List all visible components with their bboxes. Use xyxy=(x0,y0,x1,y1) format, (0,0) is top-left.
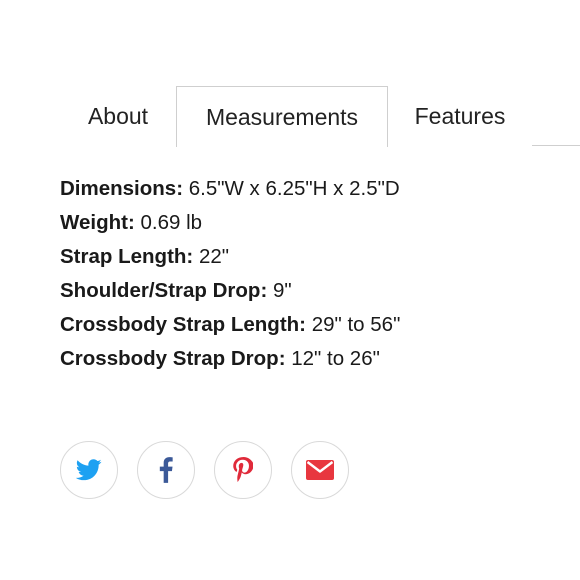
spec-value: 6.5"W x 6.25"H x 2.5"D xyxy=(183,177,400,200)
measurements-list: Dimensions: 6.5"W x 6.25"H x 2.5"D Weigh… xyxy=(60,172,560,376)
share-twitter-button[interactable] xyxy=(60,441,118,499)
share-buttons xyxy=(60,441,349,499)
spec-weight: Weight: 0.69 lb xyxy=(60,206,560,240)
spec-value: 22" xyxy=(193,245,230,268)
spec-crossbody-strap-length: Crossbody Strap Length: 29" to 56" xyxy=(60,308,560,342)
spec-label: Crossbody Strap Length: xyxy=(60,313,307,336)
spec-label: Dimensions: xyxy=(60,177,184,200)
tab-bar: About Measurements Features xyxy=(60,86,580,147)
spec-label: Weight: xyxy=(60,211,135,234)
share-email-button[interactable] xyxy=(291,441,349,499)
spec-label: Crossbody Strap Drop: xyxy=(60,347,286,370)
spec-value: 9" xyxy=(267,279,292,302)
spec-label: Shoulder/Strap Drop: xyxy=(60,279,268,302)
spec-label: Strap Length: xyxy=(60,245,194,268)
spec-crossbody-strap-drop: Crossbody Strap Drop: 12" to 26" xyxy=(60,342,560,376)
spec-shoulder-strap-drop: Shoulder/Strap Drop: 9" xyxy=(60,274,560,308)
tab-about[interactable]: About xyxy=(60,86,176,146)
email-icon xyxy=(306,460,334,480)
tab-measurements[interactable]: Measurements xyxy=(176,86,388,147)
share-facebook-button[interactable] xyxy=(137,441,195,499)
tab-features[interactable]: Features xyxy=(388,86,532,146)
spec-value: 29" to 56" xyxy=(306,313,401,336)
spec-strap-length: Strap Length: 22" xyxy=(60,240,560,274)
twitter-icon xyxy=(76,459,102,481)
pinterest-icon xyxy=(233,457,253,482)
spec-dimensions: Dimensions: 6.5"W x 6.25"H x 2.5"D xyxy=(60,172,560,206)
share-pinterest-button[interactable] xyxy=(214,441,272,499)
facebook-icon xyxy=(159,457,173,483)
spec-value: 12" to 26" xyxy=(285,347,380,370)
spec-value: 0.69 lb xyxy=(134,211,203,234)
